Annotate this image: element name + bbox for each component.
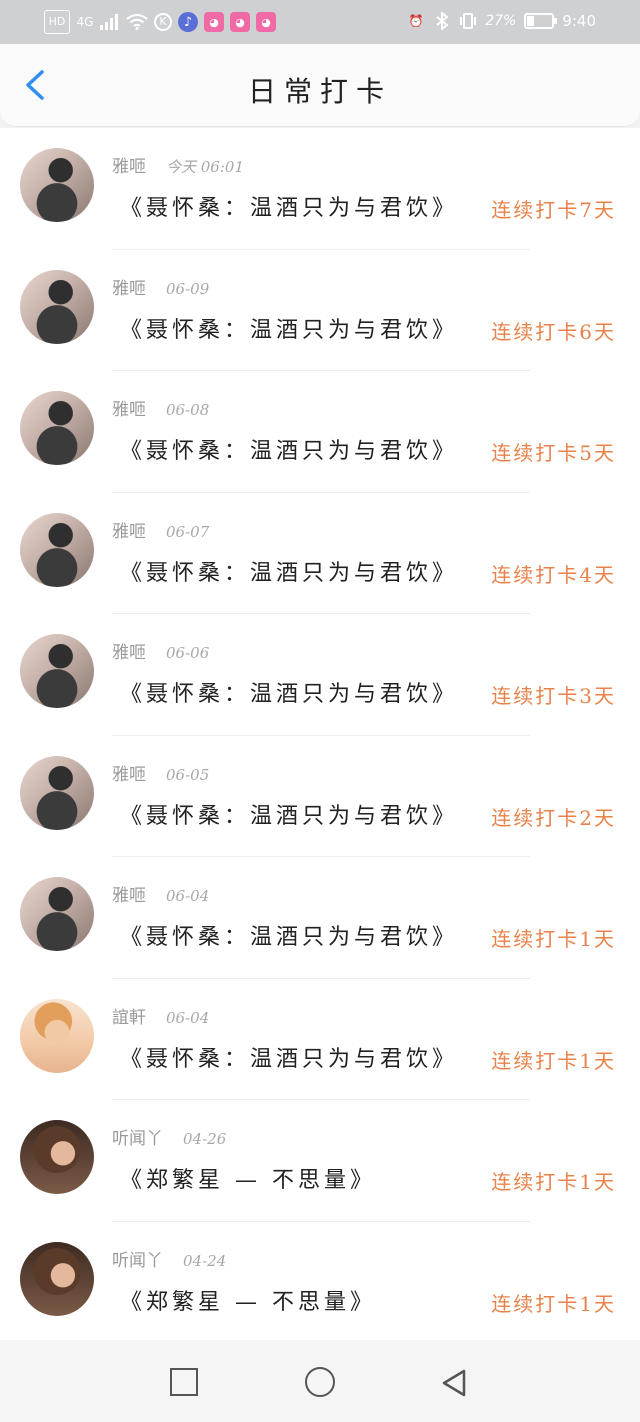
song-title[interactable]: 《聂怀桑：温酒只为与君饮》: [120, 919, 458, 951]
app-icon: ◕: [256, 12, 276, 32]
row-meta: 雅咂 06-09: [112, 274, 209, 299]
song-title[interactable]: 《聂怀桑：温酒只为与君饮》: [120, 676, 458, 708]
wifi-icon: [126, 11, 148, 33]
username: 雅咂: [112, 886, 146, 906]
song-title[interactable]: 《聂怀桑：温酒只为与君饮》: [120, 555, 458, 587]
streak-label: 连续打卡6天: [491, 319, 616, 344]
streak-label: 连续打卡3天: [491, 684, 616, 708]
alarm-icon: ⏰: [408, 14, 424, 28]
avatar[interactable]: [20, 1241, 94, 1316]
list-item[interactable]: 雅咂 06-09 《聂怀桑：温酒只为与君饮》 连续打卡6天: [0, 250, 640, 371]
song-title[interactable]: 《郑繁星 — 不思量》: [120, 1284, 376, 1316]
checkin-list: 雅咂 今天 06:01 《聂怀桑：温酒只为与君饮》 连续打卡7天 雅咂 06-09 《聂怀桑…: [0, 128, 640, 1340]
checkin-date: 06-05: [166, 765, 210, 784]
list-item[interactable]: 雅咂 06-08 《聂怀桑：温酒只为与君饮》 连续打卡5天: [0, 371, 640, 493]
username: 雅咂: [112, 400, 146, 420]
song-title[interactable]: 《聂怀桑：温酒只为与君饮》: [120, 433, 458, 465]
list-item[interactable]: 雅咂 今天 06:01 《聂怀桑：温酒只为与君饮》 连续打卡7天: [0, 128, 640, 250]
row-meta: 听闻丫 04-24: [112, 1246, 226, 1271]
streak-label: 连续打卡1天: [491, 1291, 616, 1316]
home-button[interactable]: [305, 1367, 335, 1397]
avatar[interactable]: [20, 998, 94, 1073]
app-icon: ◕: [204, 12, 224, 32]
checkin-date: 06-04: [166, 1008, 210, 1027]
signal-icon: [100, 11, 120, 33]
vibrate-icon: [459, 10, 477, 32]
song-title[interactable]: 《聂怀桑：温酒只为与君饮》: [120, 1041, 458, 1073]
list-item[interactable]: 雅咂 06-07 《聂怀桑：温酒只为与君饮》 连续打卡4天: [0, 493, 640, 614]
streak-label: 连续打卡5天: [491, 441, 616, 465]
song-title[interactable]: 《聂怀桑：温酒只为与君饮》: [120, 312, 458, 344]
song-title[interactable]: 《郑繁星 — 不思量》: [120, 1162, 376, 1194]
triangle-back-icon: [442, 1369, 466, 1397]
checkin-date: 04-24: [183, 1251, 227, 1270]
list-item[interactable]: 听闻丫 04-26 《郑繁星 — 不思量》 连续打卡1天: [0, 1100, 640, 1222]
app-header: 日常打卡: [0, 44, 640, 127]
system-back-button[interactable]: [440, 1368, 468, 1397]
row-meta: 雅咂 06-06: [112, 638, 209, 663]
row-meta: 雅咂 06-08: [112, 395, 209, 420]
checkin-date: 今天 06:01: [166, 158, 244, 176]
streak-label: 连续打卡1天: [491, 1170, 616, 1194]
status-left: HD 4G K ♪ ◕ ◕ ◕: [44, 10, 276, 34]
row-meta: 雅咂 今天 06:01: [112, 152, 244, 177]
avatar[interactable]: [20, 391, 94, 465]
list-item[interactable]: 雅咂 06-05 《聂怀桑：温酒只为与君饮》 连续打卡2天: [0, 736, 640, 857]
checkin-date: 06-09: [166, 279, 210, 298]
username: 听闻丫: [112, 1250, 163, 1271]
system-nav-bar: [0, 1340, 640, 1422]
battery-fill: [527, 16, 534, 26]
song-title[interactable]: 《聂怀桑：温酒只为与君饮》: [120, 190, 458, 222]
list-item[interactable]: 誼軒 06-04 《聂怀桑：温酒只为与君饮》 连续打卡1天: [0, 979, 640, 1100]
checkin-date: 06-07: [166, 522, 210, 541]
checkin-date: 06-04: [166, 887, 210, 905]
avatar[interactable]: [20, 877, 94, 951]
streak-label: 连续打卡2天: [491, 805, 616, 830]
username: 雅咂: [112, 278, 146, 299]
username: 听闻丫: [112, 1129, 163, 1149]
username: 雅咂: [112, 764, 146, 785]
avatar[interactable]: [20, 148, 94, 222]
app-icon: ◕: [230, 12, 250, 32]
list-item[interactable]: 听闻丫 04-24 《郑繁星 — 不思量》 连续打卡1天: [0, 1222, 640, 1341]
streak-label: 连续打卡7天: [491, 198, 616, 222]
avatar[interactable]: [20, 1120, 94, 1194]
recent-apps-button[interactable]: [170, 1368, 198, 1396]
streak-label: 连续打卡1天: [491, 927, 616, 951]
network-4g-icon: 4G: [76, 15, 94, 29]
bluetooth-icon: [433, 10, 451, 32]
username: 雅咂: [112, 643, 146, 663]
row-meta: 誼軒 06-04: [112, 1003, 209, 1028]
list-item[interactable]: 雅咂 06-06 《聂怀桑：温酒只为与君饮》 连续打卡3天: [0, 614, 640, 736]
row-meta: 雅咂 06-04: [112, 881, 209, 906]
streak-label: 连续打卡1天: [491, 1048, 616, 1073]
list-item[interactable]: 雅咂 06-04 《聂怀桑：温酒只为与君饮》 连续打卡1天: [0, 857, 640, 979]
row-meta: 听闻丫 04-26: [112, 1124, 226, 1149]
username: 雅咂: [112, 157, 146, 177]
status-bar: HD 4G K ♪ ◕ ◕ ◕ ⏰ 27% 9:40: [0, 0, 640, 44]
k-app-icon: K: [154, 13, 172, 31]
username: 誼軒: [112, 1007, 146, 1028]
song-title[interactable]: 《聂怀桑：温酒只为与君饮》: [120, 798, 458, 830]
battery-percent: 27%: [485, 13, 517, 29]
avatar[interactable]: [20, 755, 94, 830]
row-meta: 雅咂 06-07: [112, 517, 209, 542]
username: 雅咂: [112, 521, 146, 542]
checkin-date: 04-26: [183, 1130, 227, 1148]
hd-icon: HD: [44, 10, 70, 34]
status-right: ⏰ 27% 9:40: [407, 10, 596, 32]
avatar[interactable]: [20, 634, 94, 708]
music-icon: ♪: [178, 12, 198, 32]
row-meta: 雅咂 06-05: [112, 760, 209, 785]
streak-label: 连续打卡4天: [491, 562, 616, 587]
checkin-date: 06-08: [166, 401, 210, 419]
page-title: 日常打卡: [247, 75, 392, 108]
battery-icon: [524, 13, 558, 29]
checkin-date: 06-06: [166, 644, 210, 662]
clock: 9:40: [562, 12, 596, 30]
avatar[interactable]: [20, 512, 94, 587]
avatar[interactable]: [20, 269, 94, 344]
